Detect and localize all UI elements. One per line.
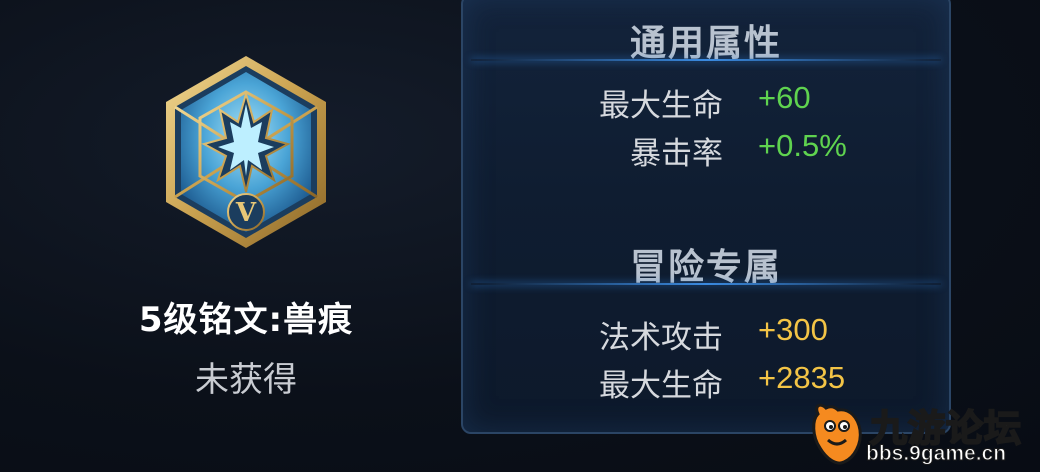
attribute-panel: 通用属性 最大生命 +60 暴击率 +0.5% 冒险专属 法术攻击 +300 最…: [461, 0, 951, 434]
watermark: 九游论坛 bbs.9game.cn: [808, 396, 1040, 472]
stat-row: 最大生命 +60: [463, 80, 949, 124]
emblem-numeral: V: [235, 198, 257, 228]
stat-value: +60: [758, 80, 811, 115]
stat-row: 法术攻击 +300: [463, 312, 949, 356]
stat-value: +0.5%: [758, 128, 847, 163]
stat-value: +300: [758, 312, 828, 347]
watermark-url: bbs.9game.cn: [865, 442, 1007, 466]
stat-value: +2835: [758, 360, 846, 395]
stat-label: 法术攻击: [599, 320, 723, 356]
claw-mark-rune-icon: V: [166, 56, 326, 248]
mascot-logo-icon: [812, 403, 862, 465]
stat-label: 最大生命: [599, 88, 723, 124]
rune-name: 5级铭文:兽痕: [138, 300, 354, 340]
section-divider: [471, 283, 941, 285]
section-divider: [471, 59, 941, 61]
stat-label: 暴击率: [630, 136, 723, 172]
rune-status: 未获得: [195, 360, 297, 400]
stat-label: 最大生命: [599, 368, 723, 404]
rune-info: V 5级铭文:兽痕 未获得: [0, 0, 460, 472]
stat-row: 暴击率 +0.5%: [463, 128, 949, 172]
